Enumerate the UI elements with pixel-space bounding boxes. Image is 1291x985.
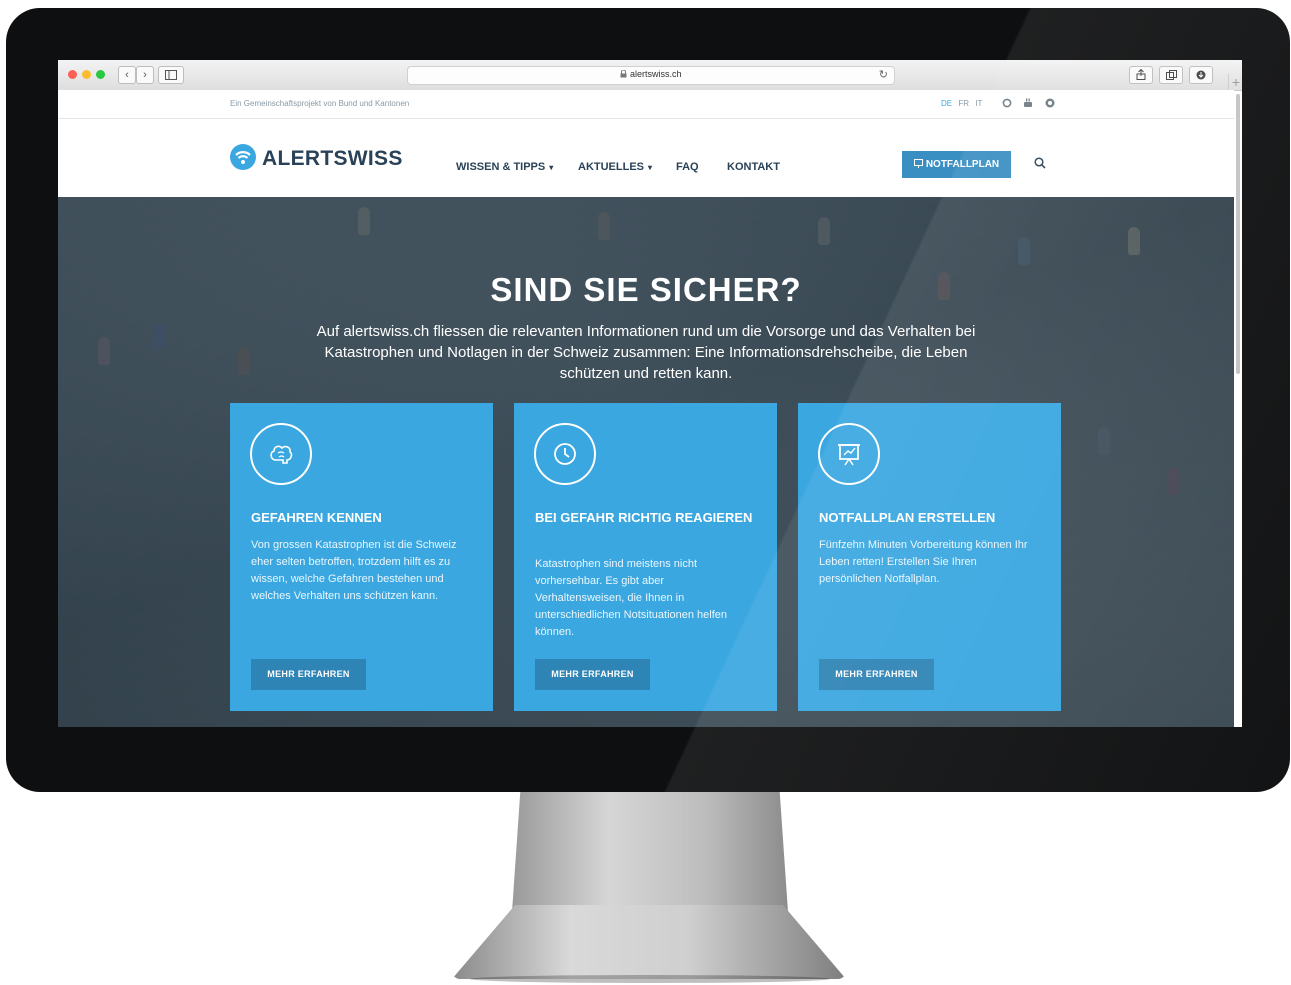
card-text: Fünfzehn Minuten Vorbereitung können Ihr…: [819, 539, 1028, 585]
chevron-down-icon: ▾: [549, 163, 554, 172]
tabs-icon: [1165, 70, 1177, 80]
downloads-button[interactable]: [1189, 66, 1213, 84]
language-de[interactable]: DE: [941, 99, 952, 108]
browser-toolbar: ‹ › alertswiss.ch ↻ +: [58, 60, 1242, 91]
search-icon[interactable]: [1034, 157, 1046, 172]
mehr-erfahren-button[interactable]: MEHR ERFAHREN: [819, 659, 934, 690]
address-bar[interactable]: alertswiss.ch ↻: [407, 66, 895, 85]
browser-window: ‹ › alertswiss.ch ↻ + Ein Gemeinschaftsp…: [58, 60, 1242, 727]
card-text: Katastrophen sind meistens nicht vorhers…: [535, 558, 728, 638]
share-icon: [1136, 68, 1146, 80]
forward-button[interactable]: ›: [136, 66, 154, 84]
alertswiss-logo-icon[interactable]: [230, 144, 256, 170]
maximize-window-button[interactable]: [96, 70, 105, 79]
notfallplan-button[interactable]: NOTFALLPLAN: [902, 151, 1011, 178]
monitor-stand-neck: [512, 792, 788, 912]
brain-icon: [250, 423, 312, 485]
nav-aktuelles[interactable]: AKTUELLES ▾: [578, 161, 652, 173]
monitor-stand-base: [452, 905, 846, 979]
card-title: BEI GEFAHR RICHTIG REAGIEREN: [535, 510, 753, 525]
language-fr[interactable]: FR: [958, 99, 969, 108]
share-button[interactable]: [1129, 66, 1153, 84]
nav-wissen-tipps[interactable]: WISSEN & TIPPS ▾: [456, 161, 553, 173]
page-scrollbar[interactable]: [1236, 94, 1240, 374]
meta-bar: Ein Gemeinschaftsprojekt von Bund und Ka…: [58, 90, 1234, 119]
chevron-down-icon: ▾: [648, 163, 653, 172]
presentation-board-icon: [818, 423, 880, 485]
card-notfallplan-erstellen: NOTFALLPLAN ERSTELLEN Fünfzehn Minuten V…: [798, 403, 1061, 711]
language-switcher: DE FR IT: [941, 99, 986, 108]
hero-title: SIND SIE SICHER?: [490, 271, 802, 308]
hero-section: SIND SIE SICHER? Auf alertswiss.ch flies…: [58, 197, 1234, 727]
url-text: alertswiss.ch: [630, 69, 682, 79]
card-gefahren-kennen: GEFAHREN KENNEN Von grossen Katastrophen…: [230, 403, 493, 711]
lock-icon: [620, 69, 627, 78]
card-richtig-reagieren: BEI GEFAHR RICHTIG REAGIEREN Katastrophe…: [514, 403, 777, 711]
tabs-overview-button[interactable]: [1159, 66, 1183, 84]
download-icon: [1196, 70, 1206, 80]
clock-icon: [534, 423, 596, 485]
site-header: ALERTSWISS WISSEN & TIPPS ▾ AKTUELLES ▾ FA…: [58, 119, 1234, 197]
new-tab-button[interactable]: +: [1228, 74, 1242, 90]
card-title: GEFAHREN KENNEN: [251, 510, 382, 525]
nav-faq[interactable]: FAQ: [676, 161, 699, 173]
presentation-board-icon: [913, 159, 923, 168]
minimize-window-button[interactable]: [82, 70, 91, 79]
mehr-erfahren-button[interactable]: MEHR ERFAHREN: [251, 659, 366, 690]
sidebar-toggle-button[interactable]: [158, 66, 184, 84]
close-window-button[interactable]: [68, 70, 77, 79]
alertswiss-logo[interactable]: ALERTSWISS: [262, 147, 403, 171]
card-title: NOTFALLPLAN ERSTELLEN: [819, 510, 996, 525]
mehr-erfahren-button[interactable]: MEHR ERFAHREN: [535, 659, 650, 690]
monitor-bezel: ‹ › alertswiss.ch ↻ + Ein Gemeinschaftsp…: [6, 8, 1290, 792]
reload-icon[interactable]: ↻: [879, 68, 888, 81]
refresh-feed-icon[interactable]: [1002, 98, 1012, 111]
sidebar-icon: [165, 70, 177, 80]
language-it[interactable]: IT: [975, 99, 982, 108]
card-text: Von grossen Katastrophen ist die Schweiz…: [251, 539, 457, 602]
podcast-icon[interactable]: [1045, 98, 1055, 111]
back-button[interactable]: ‹: [118, 66, 136, 84]
hero-description: Auf alertswiss.ch fliessen die relevante…: [316, 323, 976, 382]
youtube-icon[interactable]: [1023, 98, 1033, 111]
nav-kontakt[interactable]: KONTAKT: [727, 161, 780, 173]
tagline: Ein Gemeinschaftsprojekt von Bund und Ka…: [230, 99, 410, 108]
monitor-shadow: [470, 975, 830, 983]
